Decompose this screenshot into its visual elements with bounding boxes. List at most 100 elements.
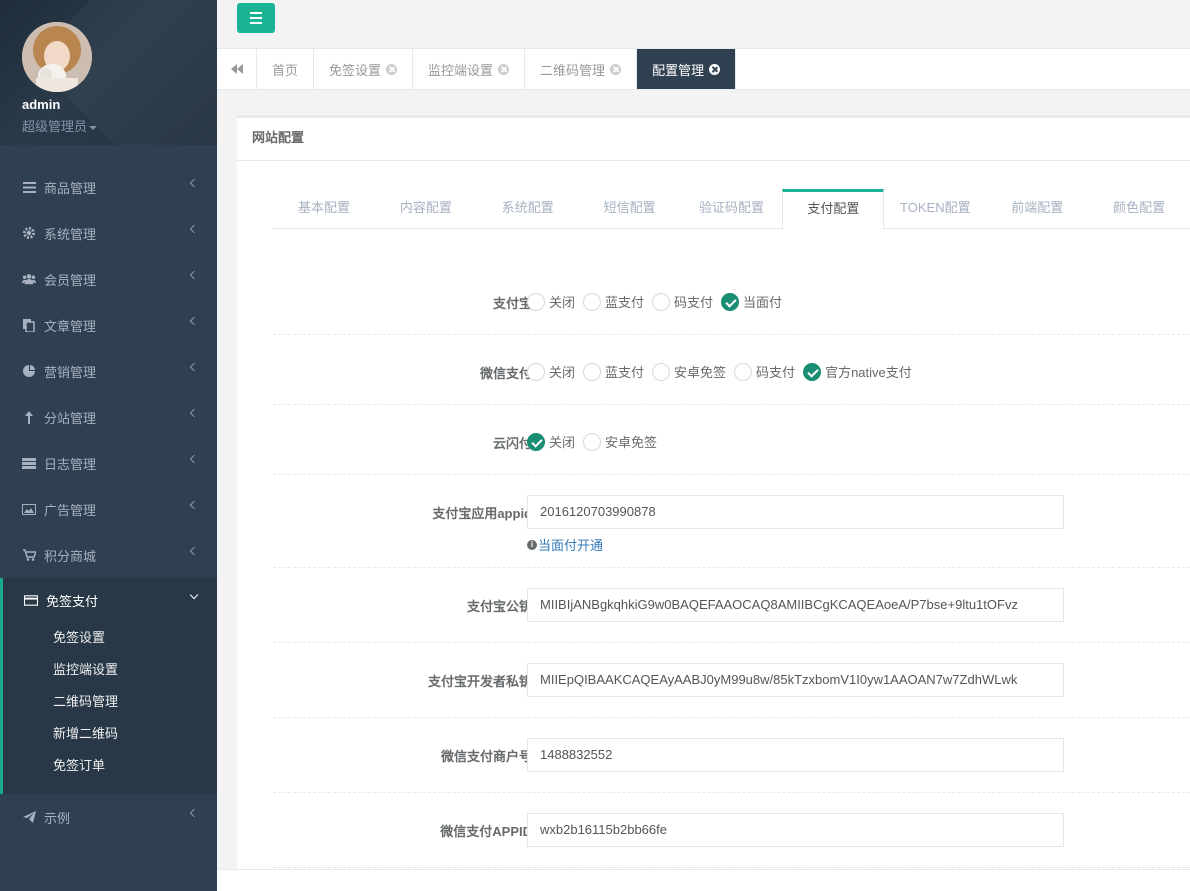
bars-icon	[22, 180, 36, 194]
tab-label: 二维码管理	[540, 62, 606, 78]
unionpay-option-off[interactable]: 关闭	[527, 432, 575, 451]
close-icon[interactable]	[709, 63, 721, 75]
files-icon	[22, 318, 36, 332]
sidebar-item-points-mall[interactable]: 积分商城	[0, 532, 217, 578]
sidebar-submenu: 免签设置 监控端设置 二维码管理 新增二维码 免签订单	[3, 622, 217, 794]
alipay-appid-help-link[interactable]: i 当面付开通	[527, 535, 1064, 554]
tab-label: 首页	[272, 62, 299, 78]
chevron-left-icon	[189, 454, 199, 464]
tab-color-config[interactable]: 颜色配置	[1088, 189, 1190, 229]
paper-plane-icon	[22, 810, 36, 824]
tab-label: 监控端设置	[428, 62, 494, 78]
alipay-option-f2f[interactable]: 当面付	[721, 292, 782, 311]
profile-name: admin	[22, 97, 61, 112]
wechat-option-blue[interactable]: 蓝支付	[583, 362, 644, 381]
radio-circle	[734, 362, 753, 381]
submenu-qrcode-manage[interactable]: 二维码管理	[3, 686, 217, 718]
wx-appid-input[interactable]: wxb2b16115b2bb66fe	[527, 813, 1064, 847]
wechat-option-android[interactable]: 安卓免签	[652, 362, 726, 381]
alipay-row: 支付宝： 关闭 蓝支付 码支付 当面付	[273, 265, 1190, 335]
submenu-monitor-settings[interactable]: 监控端设置	[3, 654, 217, 686]
submenu-free-settings[interactable]: 免签设置	[3, 622, 217, 654]
sidebar-item-members[interactable]: 会员管理	[0, 256, 217, 302]
alipay-option-blue[interactable]: 蓝支付	[583, 292, 644, 311]
alipay-privkey-input[interactable]: MIIEpQIBAAKCAQEAyAABJ0yM99u8w/85kTzxbomV…	[527, 663, 1064, 697]
sidebar-item-label: 积分商城	[44, 548, 97, 564]
radio-circle	[583, 362, 602, 381]
alipay-option-off[interactable]: 关闭	[527, 292, 575, 311]
tab-config-manage[interactable]: 配置管理	[637, 49, 737, 89]
double-chevron-left-icon	[230, 64, 243, 74]
profile-role-dropdown[interactable]: 超级管理员	[22, 116, 98, 135]
close-icon[interactable]	[498, 63, 510, 75]
submenu-add-qrcode[interactable]: 新增二维码	[3, 718, 217, 750]
profile-role: 超级管理员	[22, 119, 88, 134]
chevron-left-icon	[189, 224, 199, 234]
tab-frontend-config[interactable]: 前端配置	[986, 189, 1088, 229]
sidebar-item-goods[interactable]: 商品管理	[0, 164, 217, 210]
tabs-scroll-left-button[interactable]	[217, 49, 257, 89]
help-text: 当面付开通	[538, 538, 604, 553]
tab-content-config[interactable]: 内容配置	[375, 189, 477, 229]
tab-qrcode-manage[interactable]: 二维码管理	[525, 49, 638, 89]
sidebar: admin 超级管理员 商品管理 系统管理 会员管理 文章管理 营销管理 分站管…	[0, 0, 217, 891]
sidebar-item-substations[interactable]: 分站管理	[0, 394, 217, 440]
config-panel: 网站配置 基本配置 内容配置 系统配置 短信配置 验证码配置 支付配置 TOKE…	[237, 115, 1190, 875]
chevron-down-icon	[189, 590, 199, 600]
chevron-left-icon	[189, 500, 199, 510]
unionpay-option-android[interactable]: 安卓免签	[583, 432, 657, 451]
tab-home[interactable]: 首页	[257, 49, 315, 89]
alipay-option-code[interactable]: 码支付	[652, 292, 713, 311]
tree-icon	[22, 410, 36, 424]
radio-label: 码支付	[674, 295, 714, 310]
wechat-option-off[interactable]: 关闭	[527, 362, 575, 381]
wx-mchid-input[interactable]: 1488832552	[527, 738, 1064, 772]
chevron-left-icon	[189, 546, 199, 556]
radio-label: 码支付	[756, 365, 796, 380]
sidebar-item-label: 广告管理	[44, 502, 97, 518]
radio-label: 关闭	[549, 365, 576, 380]
panel-title: 网站配置	[237, 118, 1190, 161]
tab-token-config[interactable]: TOKEN配置	[884, 189, 986, 229]
sidebar-item-label: 日志管理	[44, 456, 97, 472]
tab-sms-config[interactable]: 短信配置	[579, 189, 681, 229]
close-icon[interactable]	[386, 63, 398, 75]
sidebar-item-system[interactable]: 系统管理	[0, 210, 217, 256]
cart-icon	[22, 548, 36, 562]
wx-mchid-row: 微信支付商户号： 1488832552	[273, 718, 1190, 793]
alipay-pubkey-input[interactable]: MIIBIjANBgkqhkiG9w0BAQEFAAOCAQ8AMIIBCgKC…	[527, 588, 1064, 622]
close-icon[interactable]	[610, 63, 622, 75]
page-tabs: 首页 免签设置 监控端设置 二维码管理 配置管理	[217, 49, 1190, 90]
menu-toggle-button[interactable]	[237, 3, 275, 33]
footer-bar	[217, 869, 1190, 891]
tab-label: 配置管理	[652, 62, 705, 78]
radio-label: 蓝支付	[605, 295, 645, 310]
tab-system-config[interactable]: 系统配置	[477, 189, 579, 229]
submenu-free-orders[interactable]: 免签订单	[3, 750, 217, 782]
alipay-privkey-row: 支付宝开发者私钥： MIIEpQIBAAKCAQEAyAABJ0yM99u8w/…	[273, 643, 1190, 718]
tab-payment-config[interactable]: 支付配置	[782, 189, 885, 230]
tab-free-settings[interactable]: 免签设置	[314, 49, 414, 89]
sidebar-item-logs[interactable]: 日志管理	[0, 440, 217, 486]
pie-chart-icon	[22, 364, 36, 378]
sidebar-item-label: 商品管理	[44, 180, 97, 196]
radio-checked-icon	[803, 362, 822, 381]
alipay-pubkey-row: 支付宝公钥： MIIBIjANBgkqhkiG9w0BAQEFAAOCAQ8AM…	[273, 568, 1190, 643]
chevron-left-icon	[189, 178, 199, 188]
alipay-appid-input[interactable]: 2016120703990878	[527, 495, 1064, 529]
wechat-option-code[interactable]: 码支付	[734, 362, 795, 381]
sidebar-item-free-pay[interactable]: 免签支付 免签设置 监控端设置 二维码管理 新增二维码 免签订单	[0, 578, 217, 794]
radio-circle	[583, 292, 602, 311]
sidebar-item-ads[interactable]: 广告管理	[0, 486, 217, 532]
sidebar-item-examples[interactable]: 示例	[0, 794, 217, 840]
tab-captcha-config[interactable]: 验证码配置	[681, 189, 783, 229]
tab-monitor-settings[interactable]: 监控端设置	[413, 49, 526, 89]
wechat-option-native[interactable]: 官方native支付	[803, 362, 912, 381]
avatar[interactable]	[22, 22, 92, 92]
sidebar-item-articles[interactable]: 文章管理	[0, 302, 217, 348]
sidebar-menu: 商品管理 系统管理 会员管理 文章管理 营销管理 分站管理 日志管理 广告管理 …	[0, 164, 217, 840]
sidebar-item-marketing[interactable]: 营销管理	[0, 348, 217, 394]
radio-label: 关闭	[549, 435, 576, 450]
tab-basic-config[interactable]: 基本配置	[273, 189, 375, 229]
radio-label: 关闭	[549, 295, 576, 310]
